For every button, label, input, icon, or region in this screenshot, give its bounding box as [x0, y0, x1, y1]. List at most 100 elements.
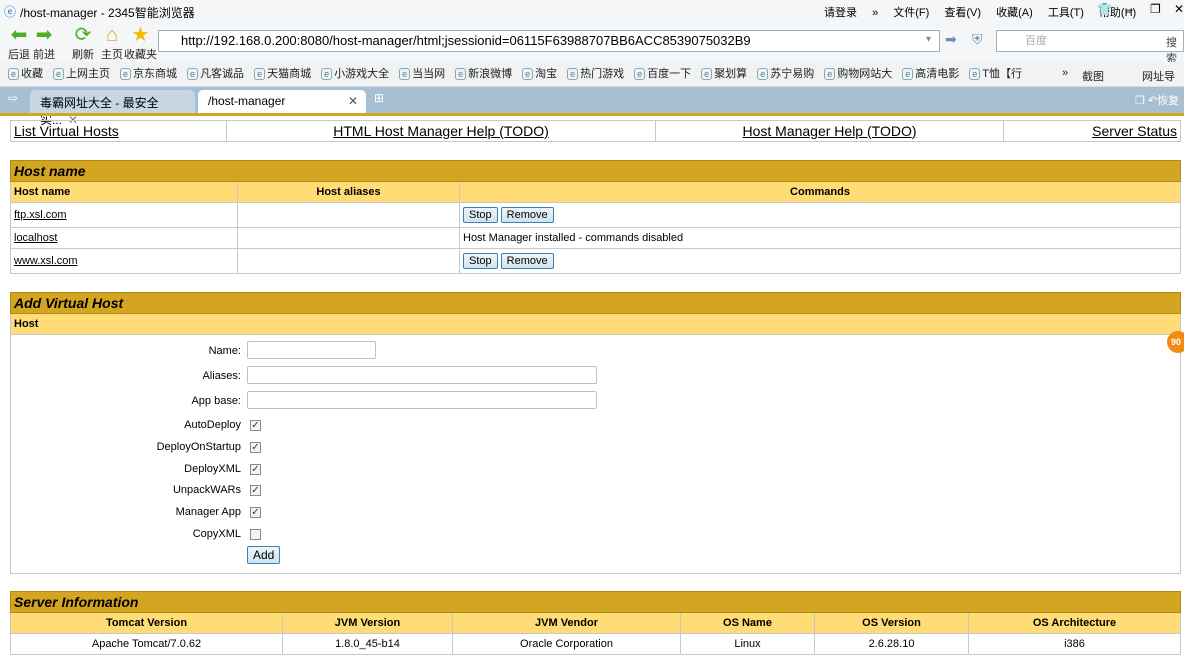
checkbox-deployxml[interactable]: ✓	[250, 463, 261, 475]
bookmark-item[interactable]: e 上网主页	[53, 62, 110, 86]
server-info-table: Server Information Tomcat Version JVM Ver…	[10, 591, 1181, 655]
new-tab-icon[interactable]: ⊞	[374, 91, 384, 105]
checkbox-deployonstartup[interactable]: ✓	[250, 441, 261, 453]
menu-more[interactable]: »	[872, 7, 878, 19]
menu-favorites[interactable]: 收藏(A)	[996, 7, 1033, 19]
column-header: OS Name	[680, 612, 815, 634]
page-icon: e	[120, 68, 132, 80]
section-title: Add Virtual Host	[10, 292, 1181, 314]
host-link[interactable]: ftp.xsl.com	[14, 209, 67, 221]
table-row: ftp.xsl.com Stop Remove	[10, 202, 1181, 228]
address-bar[interactable]: http://192.168.0.200:8080/host-manager/h…	[158, 30, 940, 52]
menu-tools[interactable]: 工具(T)	[1048, 7, 1084, 19]
bookmark-item[interactable]: e 苏宁易购	[757, 62, 814, 86]
page-icon: e	[567, 68, 579, 80]
speed-badge[interactable]: 90	[1167, 331, 1184, 353]
list-virtual-hosts-link[interactable]: List Virtual Hosts	[14, 123, 119, 139]
skin-icon[interactable]: 👕	[1097, 2, 1112, 16]
go-arrow-icon[interactable]: ➡	[945, 31, 957, 48]
url-dropdown-icon[interactable]: ▾	[926, 34, 931, 45]
column-header: JVM Version	[282, 612, 453, 634]
sidebar-toggle-icon[interactable]: ⇨	[8, 91, 18, 105]
screenshot-button[interactable]: 截图	[1082, 68, 1104, 84]
refresh-button[interactable]: ⟳ 刷新	[72, 24, 94, 62]
page-icon: e	[455, 68, 467, 80]
column-header: JVM Vendor	[452, 612, 681, 634]
tab-host-manager[interactable]: /host-manager ✕	[198, 90, 366, 113]
bookmark-item[interactable]: e 京东商城	[120, 62, 177, 86]
bookmark-item[interactable]: e 百度一下	[634, 62, 691, 86]
aliases-input[interactable]	[247, 366, 597, 384]
host-link[interactable]: localhost	[14, 232, 57, 244]
checkbox-copyxml[interactable]	[250, 529, 261, 540]
checkbox-manager-app[interactable]: ✓	[250, 507, 261, 519]
home-button[interactable]: ⌂ 主页	[101, 24, 123, 62]
header-strip	[0, 113, 1184, 116]
favorites-button[interactable]: ★ 收藏夹	[124, 24, 157, 62]
server-status-link[interactable]: Server Status	[1092, 123, 1177, 139]
checkbox-autodeploy[interactable]: ✓	[250, 420, 261, 431]
page-icon: e	[321, 68, 333, 80]
search-input[interactable]: 百度	[996, 30, 1184, 52]
stop-button[interactable]: Stop	[463, 253, 498, 269]
column-header: Host name	[10, 181, 238, 203]
remove-button[interactable]: Remove	[500, 253, 554, 269]
stop-button[interactable]: Stop	[463, 207, 498, 223]
page-icon: e	[399, 68, 411, 80]
host-table: Host name Host name Host aliases Commands …	[10, 160, 1181, 274]
page-icon: e	[902, 68, 914, 80]
bookmark-item[interactable]: e T恤【行	[969, 62, 1022, 86]
menu-view[interactable]: 查看(V)	[944, 7, 981, 19]
column-header: OS Version	[814, 612, 969, 634]
host-manager-help-link[interactable]: Host Manager Help (TODO)	[742, 123, 916, 139]
refresh-icon: ⟳	[74, 24, 92, 46]
page-icon: e	[757, 68, 769, 80]
host-link[interactable]: www.xsl.com	[14, 255, 78, 267]
name-input[interactable]	[247, 341, 376, 359]
bookmarks-bar: e 收藏 e 上网主页 e 京东商城 e 凡客诚品 e 天猫商城 e 小游戏大全 e 当当网 e 新浪微博 e 淘…	[0, 62, 1184, 87]
bookmark-item[interactable]: e 凡客诚品	[187, 62, 244, 86]
bookmark-item[interactable]: e 淘宝	[522, 62, 557, 86]
checkbox-label: DeployXML	[184, 462, 241, 475]
column-header: Tomcat Version	[10, 612, 283, 634]
close-tab-icon[interactable]: ✕	[348, 94, 358, 108]
section-subtitle: Host	[10, 313, 1181, 335]
remove-button[interactable]: Remove	[500, 207, 554, 223]
login-link[interactable]: 请登录	[824, 7, 857, 19]
page-icon: e	[634, 68, 646, 80]
bookmarks-more[interactable]: »	[1062, 67, 1068, 79]
page-icon: e	[824, 68, 836, 80]
checkbox-unpackwars[interactable]: ✓	[250, 485, 261, 497]
add-button[interactable]: Add	[247, 546, 281, 564]
server-info-value: i386	[968, 633, 1181, 655]
close-icon[interactable]: ✕	[1174, 2, 1184, 16]
bookmark-item[interactable]: e 热门游戏	[567, 62, 624, 86]
tab-duba[interactable]: 毒霸网址大全 - 最安全实... ✕	[30, 90, 195, 127]
bookmark-item[interactable]: e 当当网	[399, 62, 445, 86]
bookmark-item[interactable]: e 小游戏大全	[321, 62, 389, 86]
bookmark-item[interactable]: e 天猫商城	[254, 62, 311, 86]
html-help-link[interactable]: HTML Host Manager Help (TODO)	[333, 123, 549, 139]
bookmark-item[interactable]: e 购物网站大	[824, 62, 892, 86]
back-button[interactable]: ⬅ 后退	[8, 24, 30, 62]
star-icon: ★	[131, 24, 150, 46]
shield-icon[interactable]: ⛨	[972, 31, 983, 48]
server-info-value: Linux	[680, 633, 815, 655]
url-nav-button[interactable]: 网址导	[1142, 68, 1175, 84]
app-base-input[interactable]	[247, 391, 597, 409]
bookmark-item[interactable]: e 聚划算	[701, 62, 747, 86]
bookmark-item[interactable]: e 收藏	[8, 62, 43, 86]
checkbox-label: CopyXML	[192, 528, 241, 540]
minimize-icon[interactable]: –	[1126, 2, 1133, 16]
maximize-icon[interactable]: ❐	[1150, 2, 1161, 16]
commands-note: Host Manager installed - commands disabl…	[459, 227, 1181, 249]
page-icon: e	[187, 68, 199, 80]
forward-button[interactable]: ➡ 前进	[33, 24, 55, 62]
bookmark-item[interactable]: e 高清电影	[902, 62, 959, 86]
menu-file[interactable]: 文件(F)	[893, 7, 929, 19]
bookmark-item[interactable]: e 新浪微博	[455, 62, 512, 86]
forward-arrow-icon: ➡	[35, 24, 53, 46]
title-bar: ⓔ /host-manager - 2345智能浏览器 请登录 » 文件(F) …	[0, 0, 1184, 22]
table-row: Apache Tomcat/7.0.62 1.8.0_45-b14 Oracle C…	[10, 633, 1181, 655]
restore-button[interactable]: ❐ ↶恢复	[1135, 92, 1179, 108]
